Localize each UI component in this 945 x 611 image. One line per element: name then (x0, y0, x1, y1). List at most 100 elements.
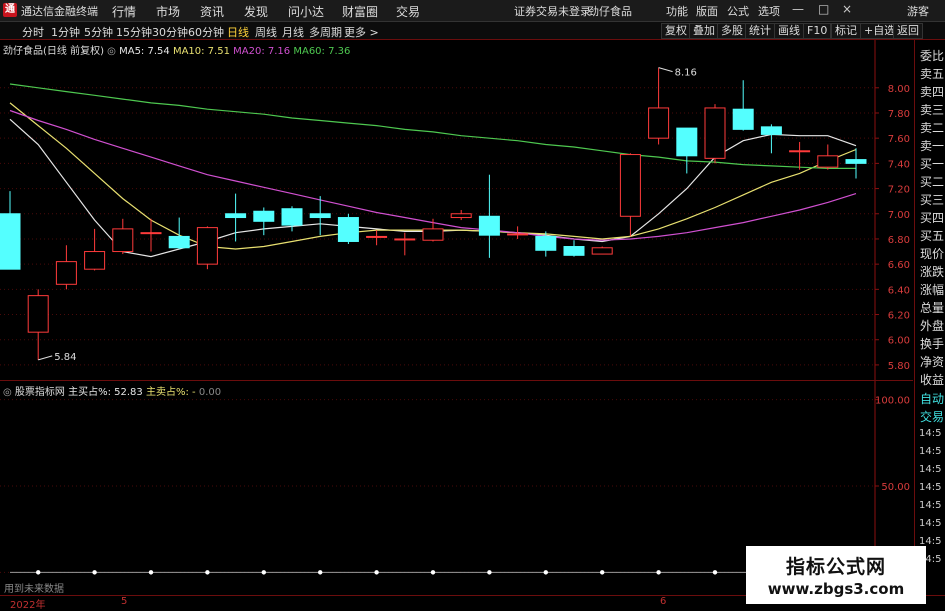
candle (27, 289, 49, 360)
qp-auto[interactable]: 自动 (920, 390, 945, 407)
menu-market[interactable]: 市场 (156, 3, 180, 20)
date-label-may: 5 (121, 596, 128, 607)
candle-body (55, 261, 77, 285)
menu-function[interactable]: 功能 (666, 3, 688, 19)
statistics-button[interactable]: 统计 (745, 23, 775, 39)
close-button[interactable]: × (842, 2, 852, 16)
menu-wealth[interactable]: 财富圈 (342, 3, 378, 20)
annotation-leader (38, 355, 53, 361)
qp-ask1: 卖一 (920, 139, 945, 153)
y-tick-label: 6.20 (888, 311, 910, 322)
candle (563, 240, 585, 257)
indicator-name: 股票指标网 (14, 387, 65, 398)
candle-body (366, 235, 388, 238)
qp-net-asset: 净资 (920, 355, 945, 369)
annotation-label: 8.16 (675, 68, 697, 79)
overlay-button[interactable]: 叠加 (689, 23, 719, 39)
draw-line-button[interactable]: 画线 (774, 23, 804, 39)
candle-body (196, 227, 218, 265)
candle-body (253, 210, 275, 222)
qp-trade[interactable]: 交易 (920, 408, 945, 425)
qp-price: 现价 (920, 247, 945, 261)
tab-15min[interactable]: 15分钟 (116, 24, 152, 40)
tab-timeshare[interactable]: 分时 (22, 24, 44, 40)
indicator-settings-icon[interactable]: ◎ (3, 387, 12, 398)
indicator-tick-label: 100.00 (875, 396, 910, 407)
candle (337, 213, 359, 244)
tab-monthly[interactable]: 月线 (282, 24, 304, 40)
tab-1min[interactable]: 1分钟 (51, 24, 80, 40)
menu-layout[interactable]: 版面 (696, 3, 718, 19)
qp-change-pct: 涨幅 (920, 283, 945, 297)
candle-body (337, 217, 359, 242)
menu-formula[interactable]: 公式 (727, 3, 749, 19)
qp-bid2: 买二 (920, 175, 945, 189)
tab-5min[interactable]: 5分钟 (84, 24, 113, 40)
y-tick-label: 7.20 (888, 185, 910, 196)
candle (591, 246, 613, 255)
qp-bid3: 买三 (920, 193, 945, 207)
qp-ask4: 卖四 (920, 85, 945, 99)
candle (704, 104, 726, 164)
ma20-label: MA20: 7.16 (233, 46, 291, 57)
main-sell-value: 0.00 (198, 387, 222, 398)
candle (196, 226, 218, 270)
candle-body (27, 295, 49, 333)
maximize-button[interactable]: □ (818, 2, 829, 16)
menu-options[interactable]: 选项 (758, 3, 780, 19)
back-button[interactable]: 返回 (893, 23, 923, 39)
tab-60min[interactable]: 60分钟 (188, 24, 224, 40)
login-status[interactable]: 证券交易未登录 (514, 3, 591, 19)
candle-body (422, 228, 444, 241)
tab-multi-period[interactable]: 多周期 (309, 24, 342, 40)
y-tick-label: 6.00 (888, 336, 910, 347)
candle-body (450, 213, 472, 219)
main-sell-dot (36, 570, 41, 575)
tab-daily[interactable]: 日线 (227, 24, 249, 40)
tick-time: 14:5 (919, 500, 942, 511)
candle-body (84, 251, 106, 270)
kline-svg: 5.80 6.00 6.20 6.40 6.60 6.80 7.00 7.20 7.40 7.60… (0, 40, 910, 380)
title-bar: 通 通达信金融终端 行情 市场 资讯 发现 问小达 财富圈 交易 证券交易未登录… (0, 0, 945, 22)
candle-body (563, 246, 585, 256)
menu-trade[interactable]: 交易 (396, 3, 420, 20)
y-tick-label: 7.80 (888, 109, 910, 120)
candle-body (789, 150, 811, 153)
menu-quotes[interactable]: 行情 (112, 3, 136, 20)
multi-stock-button[interactable]: 多股 (717, 23, 747, 39)
menu-news[interactable]: 资讯 (200, 3, 224, 20)
minimize-button[interactable]: — (792, 2, 804, 16)
future-data-hint: 用到未来数据 (4, 584, 64, 595)
restore-rights-button[interactable]: 复权 (661, 23, 691, 39)
kline-chart[interactable]: 5.80 6.00 6.20 6.40 6.60 6.80 7.00 7.20 7.40 7.60… (0, 40, 913, 380)
qp-outer: 外盘 (920, 319, 945, 333)
mark-button[interactable]: 标记 (831, 23, 861, 39)
tab-30min[interactable]: 30分钟 (152, 24, 188, 40)
main-sell-dot (543, 570, 548, 575)
y-tick-label: 5.80 (888, 361, 910, 372)
menu-ask[interactable]: 问小达 (288, 3, 324, 20)
settings-circle-icon[interactable]: ◎ (107, 46, 116, 57)
candle (648, 67, 670, 145)
candle-body (704, 107, 726, 159)
quote-panel: 委比 卖五 卖四 卖三 卖二 卖一 买一 买二 买三 买四 买五 现价 涨跌 涨… (914, 40, 945, 609)
main-sell-dot (92, 570, 97, 575)
qp-bid-ratio: 委比 (920, 49, 945, 63)
tab-more[interactable]: 更多 > (344, 24, 379, 40)
guest-label[interactable]: 游客 (907, 3, 929, 19)
candle-body (225, 213, 247, 219)
f10-button[interactable]: F10 (803, 23, 832, 39)
qp-ask3: 卖三 (920, 103, 945, 117)
main-sell-dot (205, 570, 210, 575)
qp-volume: 总量 (920, 301, 945, 315)
tick-time: 14:5 (919, 446, 942, 457)
candle (450, 209, 472, 221)
candle (253, 207, 275, 236)
menu-discover[interactable]: 发现 (244, 3, 268, 20)
qp-ask5: 卖五 (920, 67, 945, 81)
qp-change: 涨跌 (920, 265, 945, 279)
y-tick-label: 6.40 (888, 285, 910, 296)
qp-bid1: 买一 (920, 157, 945, 171)
tab-weekly[interactable]: 周线 (255, 24, 277, 40)
candle (422, 218, 444, 242)
